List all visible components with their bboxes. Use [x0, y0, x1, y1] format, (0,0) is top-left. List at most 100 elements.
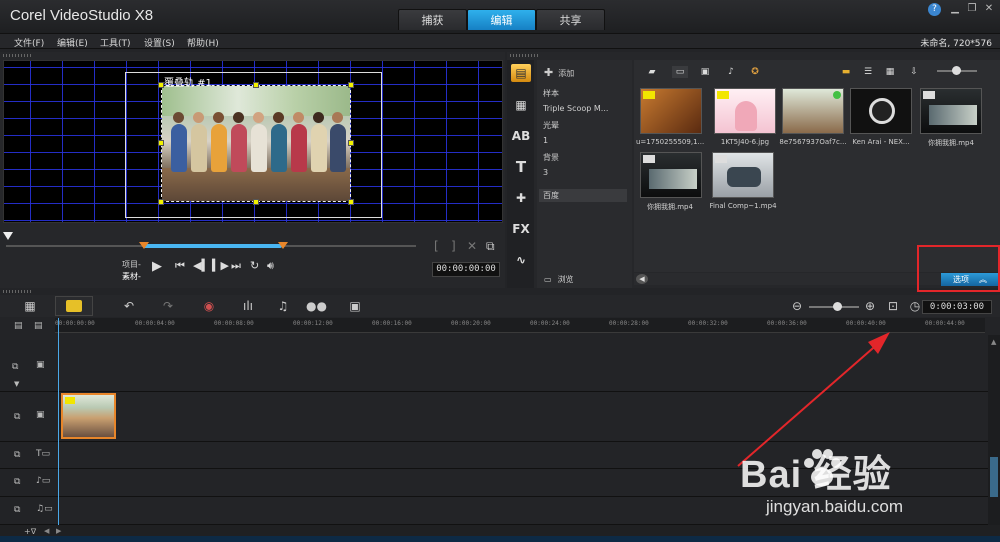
redo-icon[interactable]: ↷	[158, 299, 178, 313]
minimize-icon[interactable]: ▁	[948, 3, 962, 15]
resize-handle[interactable]	[348, 82, 354, 88]
auto-music-icon[interactable]: ♫	[273, 299, 293, 313]
resize-handle[interactable]	[348, 199, 354, 205]
track-header-voice[interactable]: ⧉ ♪▭	[0, 469, 58, 497]
resize-handle[interactable]	[253, 82, 259, 88]
timeline-zoom-knob[interactable]	[833, 302, 842, 311]
timeline-playhead[interactable]	[58, 318, 59, 525]
timeline-view-button[interactable]	[55, 296, 93, 316]
list-view-icon[interactable]: ☰	[860, 66, 876, 78]
menu-help[interactable]: 帮助(H)	[187, 36, 219, 49]
fit-project-icon[interactable]: ⊡	[883, 299, 903, 313]
folder-item[interactable]: 3	[543, 168, 548, 177]
media-thumbnail[interactable]	[782, 88, 844, 134]
scroll-left-icon[interactable]: ◀	[44, 527, 49, 535]
panel-grip[interactable]	[510, 54, 540, 57]
resize-handle[interactable]	[158, 199, 164, 205]
tab-capture[interactable]: 捕获	[398, 9, 467, 30]
next-frame-icon[interactable]: ▍▶	[212, 259, 229, 272]
thumbnail-zoom-knob[interactable]	[952, 66, 961, 75]
scrubber-handle[interactable]	[3, 232, 13, 240]
menu-file[interactable]: 文件(F)	[14, 36, 44, 49]
track-header-video[interactable]: ⧉ ▣ ▼	[0, 340, 58, 392]
track-header-music[interactable]: ⧉ ♫▭	[0, 497, 58, 525]
menu-settings[interactable]: 设置(S)	[144, 36, 175, 49]
home-icon[interactable]: ⏮	[175, 259, 185, 273]
storyboard-view-icon[interactable]: ▦	[20, 299, 40, 313]
folder-item[interactable]: 1	[543, 136, 548, 145]
track-manager-icon[interactable]: ▤	[14, 321, 23, 331]
collapse-library-icon[interactable]: ◀	[636, 274, 648, 284]
restore-icon[interactable]: ❐	[965, 3, 979, 15]
media-category-icon[interactable]: ▤	[511, 64, 531, 82]
media-thumbnail[interactable]	[640, 88, 702, 134]
track-visibility-icon[interactable]: ⧉	[14, 450, 20, 460]
scroll-thumb[interactable]	[990, 457, 998, 497]
preview-timecode[interactable]: 00:00:00:00	[432, 262, 500, 277]
folder-icon[interactable]: ▰	[644, 66, 660, 78]
trim-start-marker[interactable]	[139, 242, 149, 249]
clip-mode-label[interactable]: 素材-	[122, 271, 141, 282]
enlarge-preview-icon[interactable]: ⧉	[486, 239, 495, 254]
zoom-out-icon[interactable]: ⊖	[787, 299, 807, 313]
scroll-up-icon[interactable]: ▲	[991, 338, 996, 346]
trim-range[interactable]	[143, 244, 282, 248]
media-thumbnail[interactable]	[850, 88, 912, 134]
details-view-icon[interactable]: ▦	[882, 66, 898, 78]
close-icon[interactable]: ✕	[982, 3, 996, 15]
instant-project-icon[interactable]: ▦	[511, 96, 531, 114]
tab-share[interactable]: 共享	[536, 9, 605, 30]
media-thumbnail[interactable]	[920, 88, 982, 134]
browse-button[interactable]: ▭ 浏览	[544, 274, 574, 285]
media-thumbnail[interactable]	[640, 152, 702, 198]
volume-icon[interactable]: 🔊︎	[267, 259, 274, 273]
path-icon[interactable]: ∿	[511, 251, 531, 269]
sound-mixer-icon[interactable]: ılı	[238, 299, 258, 313]
panel-grip[interactable]	[3, 54, 33, 57]
repeat-icon[interactable]: ↻	[250, 259, 259, 272]
folder-item-selected[interactable]: 百度	[543, 190, 559, 201]
preview-screen[interactable]: 覆叠轨 #1	[3, 60, 503, 223]
sort-icon[interactable]: ✪	[747, 66, 763, 78]
undo-icon[interactable]: ↶	[119, 299, 139, 313]
expand-track-icon[interactable]: ▼	[14, 380, 19, 388]
folder-item[interactable]: 背景	[543, 152, 559, 163]
track-visibility-icon[interactable]: ⧉	[14, 477, 20, 487]
track-header-title[interactable]: ⧉ T▭	[0, 442, 58, 469]
media-thumbnail[interactable]	[714, 88, 776, 134]
motion-tracking-icon[interactable]: ●●	[306, 299, 327, 313]
zoom-in-icon[interactable]: ⊕	[860, 299, 880, 313]
help-icon[interactable]: ?	[928, 3, 941, 16]
mark-out-icon[interactable]: ]	[451, 239, 456, 253]
show-photo-icon[interactable]: ▣	[697, 66, 713, 78]
prev-frame-icon[interactable]: ◀▍	[193, 259, 210, 272]
folder-item[interactable]: Triple Scoop M...	[543, 104, 608, 113]
show-video-icon[interactable]: ▭	[672, 66, 688, 78]
add-track-icon[interactable]: +ᐁ	[24, 527, 36, 536]
timeline-vertical-scrollbar[interactable]: ▲	[988, 335, 1000, 525]
menu-tools[interactable]: 工具(T)	[100, 36, 131, 49]
cut-icon[interactable]: ✕	[467, 239, 477, 253]
play-icon[interactable]: ▶	[152, 259, 162, 274]
overlay-clip[interactable]	[61, 393, 116, 439]
filter-fx-icon[interactable]: FX	[511, 220, 531, 238]
folder-item[interactable]: 样本	[543, 88, 559, 99]
track-visibility-icon[interactable]: ⧉	[14, 505, 20, 515]
scroll-right-icon[interactable]: ▶	[56, 527, 61, 535]
track-visibility-icon[interactable]: ⧉	[12, 362, 18, 372]
mark-in-icon[interactable]: [	[434, 239, 439, 253]
track-header-overlay[interactable]: ⧉ ▣	[0, 392, 58, 442]
chapter-point-icon[interactable]: ▤	[34, 321, 43, 331]
add-folder-button[interactable]: ✚ 添加	[544, 66, 574, 79]
resize-handle[interactable]	[348, 140, 354, 146]
tab-edit[interactable]: 编辑	[467, 9, 536, 30]
graphics-icon[interactable]: ✚	[511, 189, 531, 207]
panel-grip[interactable]	[3, 290, 33, 293]
menu-edit[interactable]: 编辑(E)	[57, 36, 88, 49]
thumbnail-view-icon[interactable]: ▬	[838, 66, 854, 78]
folder-item[interactable]: 光晕	[543, 120, 559, 131]
resize-handle[interactable]	[158, 140, 164, 146]
import-icon[interactable]: ⇩	[906, 66, 922, 78]
end-icon[interactable]: ⏭	[231, 259, 241, 273]
track-visibility-icon[interactable]: ⧉	[14, 412, 20, 422]
